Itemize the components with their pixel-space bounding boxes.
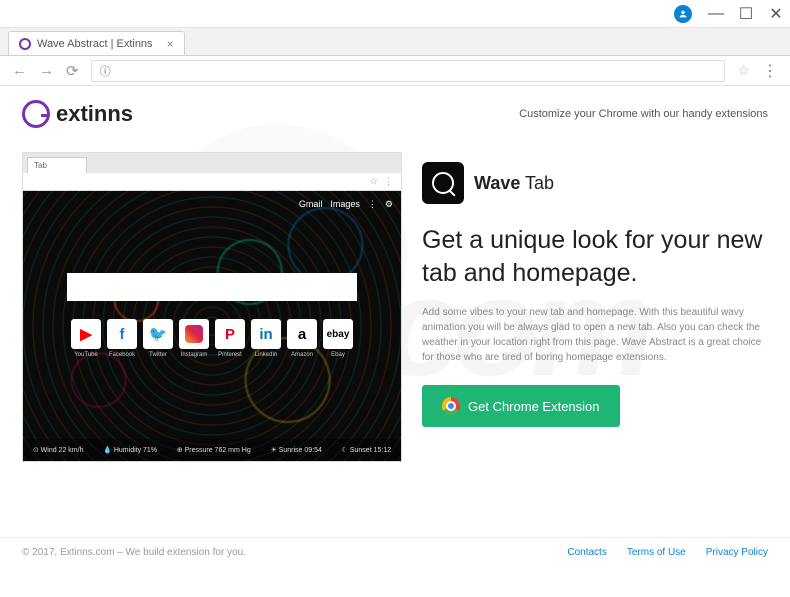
close-icon[interactable]: ✕ [770, 8, 782, 20]
headline: Get a unique look for your new tab and h… [422, 224, 768, 289]
brand-logo[interactable]: extinns [22, 100, 133, 128]
content-column: Wave Tab Get a unique look for your new … [422, 152, 768, 462]
bookmark-icon[interactable]: ☆ [737, 62, 750, 79]
app-name: Wave Tab [474, 173, 554, 194]
maximize-icon[interactable]: ☐ [740, 8, 752, 20]
preview-shortcut: PPinterest [215, 319, 245, 358]
brand-name: extinns [56, 101, 133, 127]
preview-shortcut: fFacebook [107, 319, 137, 358]
footer-link[interactable]: Privacy Policy [706, 547, 768, 558]
preview-shortcut: ebayEbay [323, 319, 353, 358]
address-bar: ← → ⟳ ⓘ ☆ ⋮ [0, 56, 790, 86]
preview-tab: Tab [27, 157, 87, 173]
chrome-icon [442, 397, 460, 415]
preview-shortcut: 🐦Twitter [143, 319, 173, 358]
get-extension-button[interactable]: Get Chrome Extension [422, 385, 620, 427]
preview-shortcut: inLinkedIn [251, 319, 281, 358]
preview-status-item: ⊕ Pressure 762 mm Hg [177, 446, 251, 454]
copyright: © 2017, Extinns.com – We build extension… [22, 547, 246, 558]
tab-close-icon[interactable]: × [167, 37, 174, 51]
tagline: Customize your Chrome with our handy ext… [519, 108, 768, 120]
reload-icon[interactable]: ⟳ [66, 62, 79, 80]
menu-icon[interactable]: ⋮ [762, 61, 778, 81]
user-icon[interactable] [674, 5, 692, 23]
preview-shortcut: ▶YouTube [71, 319, 101, 358]
url-info-icon: ⓘ [100, 63, 111, 79]
preview-top-item: ⚙ [385, 199, 393, 210]
forward-icon[interactable]: → [39, 62, 54, 79]
site-header: extinns Customize your Chrome with our h… [0, 86, 790, 142]
preview-addr: ☆⋮ [23, 173, 401, 191]
cta-label: Get Chrome Extension [468, 399, 600, 414]
preview-status-item: ☾ Sunset 15:12 [342, 446, 391, 454]
preview-search [67, 273, 357, 301]
browser-tabbar: Wave Abstract | Extinns × [0, 28, 790, 56]
preview-top-item: Images [330, 199, 360, 210]
url-input[interactable]: ⓘ [91, 60, 726, 82]
browser-tab[interactable]: Wave Abstract | Extinns × [8, 31, 185, 55]
extension-preview: Tab ☆⋮ Gmail Images ⋮ ⚙ ▶YouTubefFacebook🐦T… [22, 152, 402, 462]
minimize-icon[interactable]: — [710, 8, 722, 20]
preview-status-item: ☀ Sunrise 09:54 [270, 446, 321, 454]
footer-link[interactable]: Contacts [567, 547, 606, 558]
description: Add some vibes to your new tab and homep… [422, 305, 768, 365]
footer-link[interactable]: Terms of Use [627, 547, 686, 558]
preview-top-item: Gmail [299, 199, 323, 210]
window-titlebar: — ☐ ✕ [0, 0, 790, 28]
logo-icon [22, 100, 50, 128]
preview-shortcut: Instagram [179, 319, 209, 358]
favicon-icon [19, 38, 31, 50]
tab-title: Wave Abstract | Extinns [37, 38, 153, 50]
site-footer: © 2017, Extinns.com – We build extension… [0, 537, 790, 567]
back-icon[interactable]: ← [12, 62, 27, 79]
preview-column: Tab ☆⋮ Gmail Images ⋮ ⚙ ▶YouTubefFacebook🐦T… [22, 152, 402, 462]
preview-body: Gmail Images ⋮ ⚙ ▶YouTubefFacebook🐦TwitterI… [23, 191, 401, 461]
app-icon [422, 162, 464, 204]
preview-shortcut: aAmazon [287, 319, 317, 358]
preview-status-item: ⊙ Wind 22 km/h [33, 446, 84, 454]
preview-top-item: ⋮ [368, 199, 377, 210]
preview-status-item: 💧 Humidity 71% [103, 446, 157, 454]
